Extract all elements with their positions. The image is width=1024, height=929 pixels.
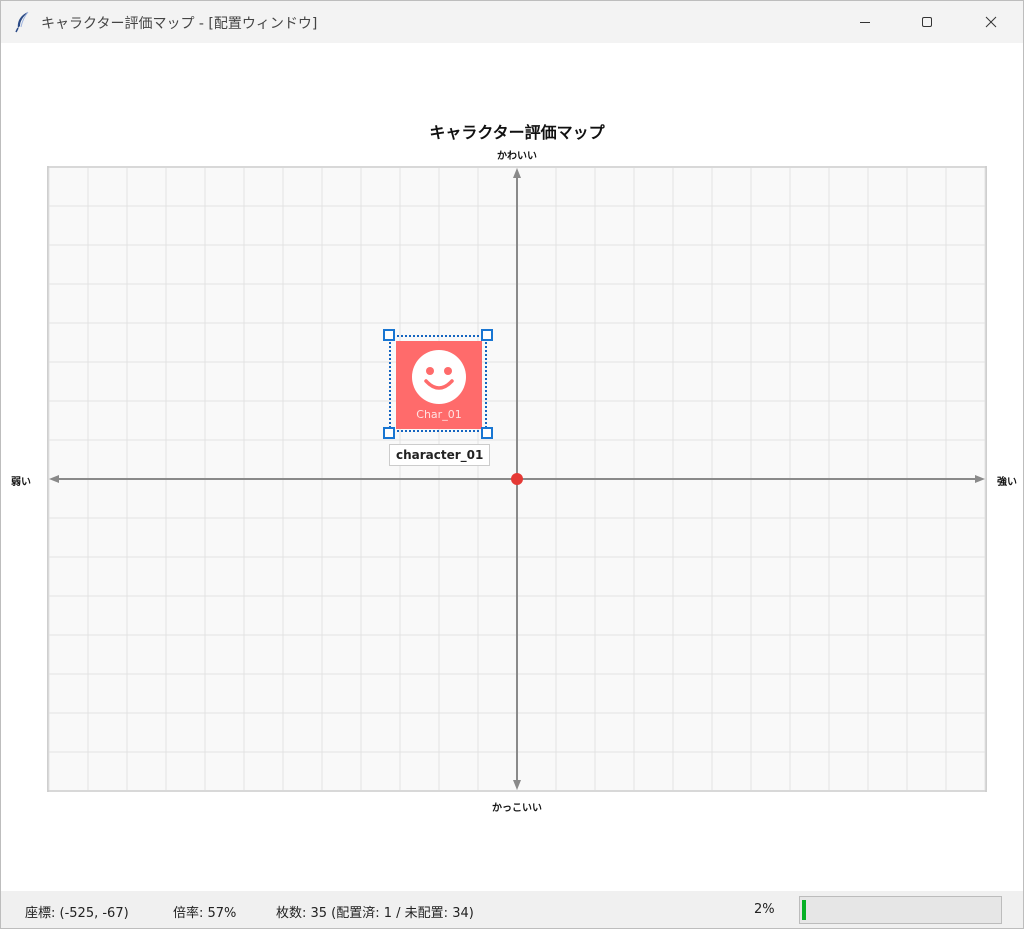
progress-fill [802,900,806,920]
resize-handle-top-right[interactable] [481,329,493,341]
map-title: キャラクター評価マップ [429,123,605,142]
resize-handle-top-left[interactable] [383,329,395,341]
map-canvas[interactable]: キャラクター評価マップ かわいい かっこいい 弱い 強い Char_01 cha… [1,43,1023,891]
status-progress-percent: 2% [754,902,775,917]
minimize-button[interactable] [834,1,896,43]
title-bar[interactable]: キャラクター評価マップ - [配置ウィンドウ] [1,1,1023,43]
window-title: キャラクター評価マップ - [配置ウィンドウ] [41,16,318,32]
selection-outline [389,335,487,432]
feather-icon [13,11,33,33]
minimize-icon [860,22,870,23]
character-name-tag: character_01 [389,444,491,466]
axis-label-bottom: かっこいい [492,803,542,814]
axis-label-left: 弱い [11,477,31,488]
resize-handle-bottom-left[interactable] [383,427,395,439]
status-count: 枚数: 35 (配置済: 1 / 未配置: 34) [276,906,474,921]
close-icon [985,16,997,28]
resize-handle-bottom-right[interactable] [481,427,493,439]
progress-bar [799,896,1002,924]
evaluation-grid[interactable] [47,166,987,792]
maximize-button[interactable] [896,1,958,43]
maximize-icon [922,17,932,27]
close-button[interactable] [960,1,1022,43]
app-window: キャラクター評価マップ - [配置ウィンドウ] キャラクター評価マップ かわいい… [0,0,1024,929]
origin-marker [511,473,523,485]
status-coordinates: 座標: (-525, -67) [25,906,129,921]
axis-label-right: 強い [997,477,1017,488]
status-zoom: 倍率: 57% [173,906,237,921]
axis-label-top: かわいい [497,151,537,162]
status-bar: 座標: (-525, -67) 倍率: 57% 枚数: 35 (配置済: 1 /… [1,891,1023,928]
